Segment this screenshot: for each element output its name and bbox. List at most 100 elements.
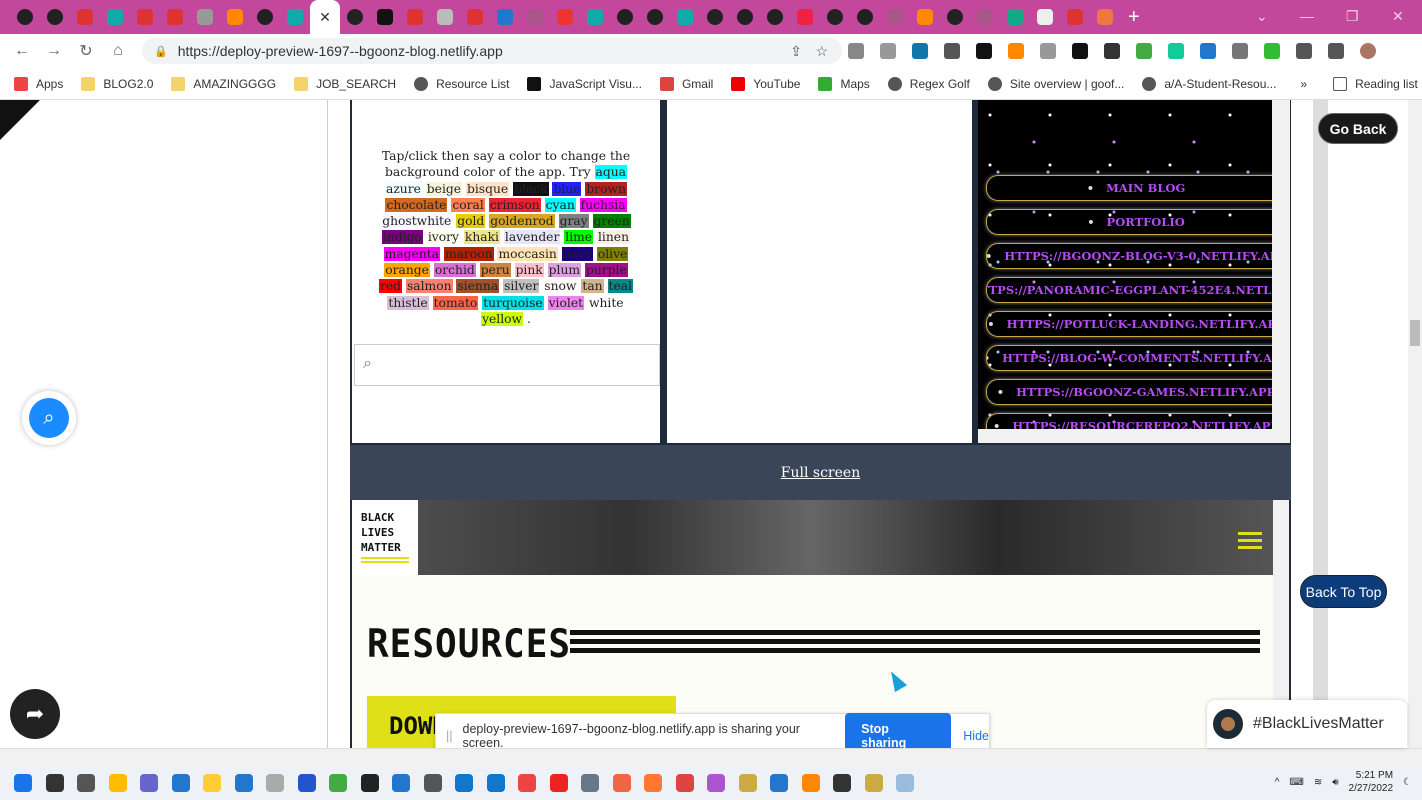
reload-icon[interactable]: ↻: [70, 41, 102, 61]
tab-codepen[interactable]: [100, 0, 130, 34]
extension-icon[interactable]: [1200, 43, 1216, 59]
taskbar-app-icon[interactable]: [644, 773, 662, 792]
color-word-green[interactable]: green: [592, 214, 631, 229]
new-tab-button[interactable]: +: [1128, 6, 1140, 29]
extension-icon[interactable]: [1296, 43, 1312, 59]
taskbar-app-icon[interactable]: [108, 773, 127, 792]
full-screen-link[interactable]: Full screen: [781, 465, 860, 481]
extension-icon[interactable]: [944, 43, 960, 59]
keyboard-icon[interactable]: ⌨: [1289, 777, 1303, 788]
color-word-violet[interactable]: violet: [547, 295, 585, 310]
tab-github[interactable]: [730, 0, 760, 34]
color-word-black[interactable]: black: [513, 181, 549, 196]
taskbar-app-icon[interactable]: [45, 773, 64, 792]
color-word-linen[interactable]: linen: [597, 230, 630, 245]
focus-moon-icon[interactable]: ☾: [1403, 777, 1412, 788]
color-word-gold[interactable]: gold: [456, 214, 486, 229]
color-word-red[interactable]: red: [379, 279, 403, 294]
nav-link[interactable]: HTTPS://BLOG-W-COMMENTS.NETLIFY.APP: [986, 345, 1286, 371]
wifi-icon[interactable]: ≋: [1314, 777, 1322, 788]
tab-code[interactable]: [1090, 0, 1120, 34]
color-word-silver[interactable]: silver: [503, 279, 540, 294]
color-word-tomato[interactable]: tomato: [432, 295, 479, 310]
tab-generic[interactable]: [520, 0, 550, 34]
taskbar-app-icon[interactable]: [171, 773, 190, 792]
corner-ribbon[interactable]: [0, 100, 40, 140]
bookmark-item[interactable]: JOB_SEARCH: [294, 76, 396, 91]
minimize-button[interactable]: —: [1300, 8, 1314, 24]
color-word-brown[interactable]: brown: [585, 181, 628, 196]
forward-icon[interactable]: →: [38, 42, 70, 60]
tab-edge[interactable]: [490, 0, 520, 34]
links-vertical-scrollbar[interactable]: [1272, 100, 1290, 443]
taskbar-app-icon[interactable]: [140, 773, 158, 792]
tab-github[interactable]: [610, 0, 640, 34]
horizontal-scrollbar[interactable]: [0, 748, 1422, 765]
bookmark-item[interactable]: Gmail: [659, 76, 713, 91]
color-word-coral[interactable]: coral: [451, 197, 485, 212]
color-word-cyan[interactable]: cyan: [544, 197, 576, 212]
color-word-crimson[interactable]: crimson: [488, 197, 541, 212]
bookmark-item[interactable]: JavaScript Visu...: [527, 76, 642, 91]
color-word-azure[interactable]: azure: [384, 181, 422, 196]
tab-active[interactable]: ✕: [310, 0, 340, 34]
color-word-moccasin[interactable]: moccasin: [497, 246, 558, 261]
extension-icon[interactable]: [1328, 43, 1344, 59]
taskbar-app-icon[interactable]: [455, 773, 473, 792]
taskbar-app-icon[interactable]: [423, 773, 442, 792]
hamburger-menu-icon[interactable]: [1238, 532, 1262, 553]
tab-fig[interactable]: [1060, 0, 1090, 34]
extension-icon[interactable]: [1072, 43, 1088, 59]
color-word-pink[interactable]: pink: [514, 263, 544, 278]
volume-icon[interactable]: 🔊︎: [1332, 777, 1338, 788]
home-icon[interactable]: ⌂: [102, 42, 134, 60]
close-window-button[interactable]: ✕: [1392, 8, 1404, 25]
color-word-aqua[interactable]: aqua: [594, 165, 627, 180]
taskbar-app-icon[interactable]: [486, 773, 505, 792]
color-word-khaki[interactable]: khaki: [463, 230, 500, 245]
taskbar-app-icon[interactable]: [203, 773, 221, 792]
taskbar-app-icon[interactable]: [864, 773, 883, 792]
extension-icon[interactable]: [1264, 43, 1280, 59]
color-word-yellow[interactable]: yellow: [481, 311, 524, 326]
taskbar-app-icon[interactable]: [360, 773, 379, 792]
taskbar-app-icon[interactable]: [234, 773, 253, 792]
taskbar-app-icon[interactable]: [612, 773, 631, 792]
tab-github[interactable]: [250, 0, 280, 34]
color-word-snow[interactable]: snow: [543, 279, 578, 294]
color-word-maroon[interactable]: maroon: [443, 246, 494, 261]
bookmark-item[interactable]: YouTube: [731, 76, 800, 91]
extension-icon[interactable]: [1040, 43, 1056, 59]
extension-icon[interactable]: [1232, 43, 1248, 59]
color-word-salmon[interactable]: salmon: [405, 279, 453, 294]
main-scrollbar-thumb[interactable]: [1410, 320, 1420, 346]
bookmark-item[interactable]: Maps: [818, 76, 870, 91]
taskbar-app-icon[interactable]: [801, 773, 820, 792]
taskbar-app-icon[interactable]: [707, 773, 725, 792]
bookmark-item[interactable]: a/A-Student-Resou...: [1142, 76, 1276, 91]
tab-a[interactable]: [370, 0, 400, 34]
back-icon[interactable]: ←: [6, 42, 38, 60]
close-tab-icon[interactable]: ✕: [319, 9, 331, 26]
share-fab[interactable]: ➦: [10, 689, 60, 739]
taskbar-app-icon[interactable]: [896, 773, 914, 792]
bookmark-item[interactable]: BLOG2.0: [81, 76, 153, 91]
color-word-magenta[interactable]: magenta: [383, 246, 441, 261]
nav-link[interactable]: MAIN BLOG: [986, 175, 1286, 201]
color-word-orchid[interactable]: orchid: [433, 263, 476, 278]
taskbar-app-icon[interactable]: [581, 773, 599, 792]
bookmark-item[interactable]: Apps: [14, 76, 63, 91]
extension-icon[interactable]: [1136, 43, 1152, 59]
voice-color-panel[interactable]: Tap/click then say a color to change the…: [352, 100, 660, 443]
taskbar-app-icon[interactable]: [770, 773, 788, 792]
blm-widget[interactable]: #BlackLivesMatter: [1207, 700, 1407, 748]
tab-blog[interactable]: [910, 0, 940, 34]
tab-red[interactable]: [550, 0, 580, 34]
color-word-navy[interactable]: navy: [561, 246, 593, 261]
search-fab[interactable]: ⌕: [22, 391, 76, 445]
tab-github[interactable]: [340, 0, 370, 34]
taskbar-app-icon[interactable]: [266, 773, 284, 792]
back-to-top-button[interactable]: Back To Top: [1300, 575, 1387, 608]
taskbar-app-icon[interactable]: [833, 773, 851, 792]
search-input[interactable]: ⌕: [354, 344, 660, 386]
